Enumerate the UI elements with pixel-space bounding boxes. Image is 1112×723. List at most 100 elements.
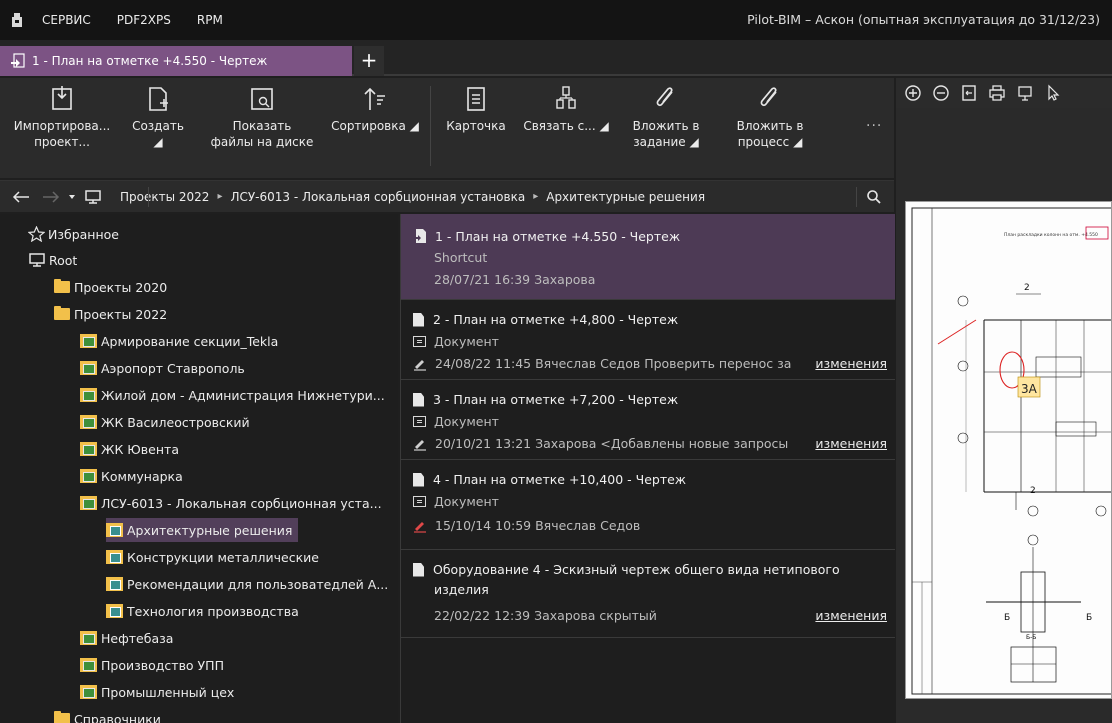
sort-button[interactable]: Сортировка ◢ (326, 78, 424, 178)
changes-link[interactable]: изменения (815, 436, 887, 451)
fit-page-icon (962, 85, 976, 101)
tree-item-section[interactable]: Технология производства (106, 599, 299, 623)
tree-item-projects-2020[interactable]: Проекты 2020 (54, 275, 167, 299)
tree-item-projects-2022[interactable]: Проекты 2022 (54, 302, 167, 326)
tree-item-project[interactable]: Коммунарка (80, 464, 183, 488)
tree-label: Коммунарка (101, 468, 183, 484)
tree-item-project[interactable]: Промышленный цех (80, 680, 234, 704)
drawing-sheet-image: План раскладки колонн на отм. +4.550 2 3… (911, 207, 1111, 695)
select-tool-button[interactable] (1042, 82, 1064, 104)
changes-link[interactable]: изменения (815, 608, 887, 623)
zoom-out-button[interactable] (930, 82, 952, 104)
show-files-on-disk-button[interactable]: Показать файлы на диске (202, 78, 322, 178)
tree-item-project[interactable]: ЖК Василеостровский (80, 410, 250, 434)
attach-to-process-button[interactable]: Вложить в процесс ◢ (718, 78, 822, 178)
tree-item-section[interactable]: Рекомендации для пользоватедлей А... (106, 572, 388, 596)
sort-icon (364, 87, 385, 110)
tree-label: Рекомендации для пользоватедлей А... (127, 576, 389, 592)
breadcrumb-lsu-6013[interactable]: ЛСУ-6013 - Локальная сорбционная установ… (230, 190, 525, 204)
window-title: Pilot-BIM – Аскон (опытная эксплуатация … (747, 12, 1100, 27)
tree-label: Технология производства (127, 603, 299, 619)
attach-to-task-button[interactable]: Вложить в задание ◢ (616, 78, 716, 178)
tree-item-project[interactable]: ЛСУ-6013 - Локальная сорбционная уста... (80, 491, 382, 515)
item-title-line: 2 - План на отметке +4,800 - Чертеж (413, 312, 678, 327)
tree-item-references[interactable]: Справочники (54, 707, 161, 723)
attach-process-label-2: процесс ◢ (737, 135, 803, 149)
back-arrow-icon[interactable] (12, 190, 30, 204)
folder-icon (54, 306, 70, 320)
folder-tree: Избранное Root Проекты 2020 Проекты 2022… (0, 214, 398, 723)
import-project-button[interactable]: Импортирова... проект... (0, 78, 124, 178)
history-dropdown-icon[interactable] (68, 190, 76, 204)
new-document-icon (149, 87, 168, 111)
create-button[interactable]: Создать ◢ (128, 78, 188, 178)
preview-toolbar (896, 78, 1112, 108)
item-meta: 20/10/21 13:21 Захарова <Добавлены новые… (435, 436, 789, 451)
presentation-button[interactable] (1014, 82, 1036, 104)
tree-label: Архитектурные решения (127, 522, 293, 538)
item-type: Документ (434, 334, 499, 349)
import-label-2: проект... (34, 135, 90, 149)
print-button[interactable] (986, 82, 1008, 104)
import-label-1: Импортирова... (13, 119, 111, 133)
tree-item-section[interactable]: Конструкции металлические (106, 545, 319, 569)
new-tab-button[interactable]: + (354, 46, 384, 76)
list-item[interactable]: 3 - План на отметке +7,200 - Чертеж Доку… (401, 380, 895, 460)
list-item[interactable]: 4 - План на отметке +10,400 - Чертеж Док… (401, 460, 895, 550)
document-icon (413, 562, 424, 577)
section-icon (106, 550, 123, 564)
zoom-out-icon (933, 85, 949, 101)
card-button[interactable]: Карточка (438, 78, 514, 178)
tree-item-project[interactable]: Нефтебаза (80, 626, 173, 650)
section-marker-right: Б (1086, 613, 1092, 623)
tree-item-project[interactable]: Армирование секции_Tekla (80, 329, 278, 353)
tree-item-project[interactable]: Жилой дом - Администрация Нижнетури... (80, 383, 385, 407)
tree-label: Проекты 2020 (74, 279, 168, 295)
show-label-2: файлы на диске (210, 135, 314, 149)
drawing-preview[interactable]: План раскладки колонн на отм. +4.550 2 3… (905, 201, 1112, 699)
item-title-line: 1 - План на отметке +4.550 - Чертеж (413, 228, 680, 244)
changes-link[interactable]: изменения (815, 356, 887, 371)
zoom-in-button[interactable] (902, 82, 924, 104)
create-label: Создать ◢ (132, 119, 184, 149)
project-icon (80, 442, 97, 456)
item-meta: 22/02/22 12:39 Захарова скрытый (434, 608, 657, 623)
search-icon[interactable] (866, 189, 882, 205)
forward-arrow-icon[interactable] (42, 190, 60, 204)
attach-task-label-2: задание ◢ (633, 135, 699, 149)
list-item[interactable]: 1 - План на отметке +4.550 - Чертеж Shor… (401, 214, 895, 300)
item-meta-line: 24/08/22 11:45 Вячеслав Седов Проверить … (413, 356, 791, 371)
item-meta: 24/08/22 11:45 Вячеслав Седов Проверить … (435, 356, 792, 371)
link-with-button[interactable]: Связать с... ◢ (518, 78, 614, 178)
tree-item-favorites[interactable]: Избранное (28, 222, 119, 246)
tree-item-project[interactable]: Аэропорт Ставрополь (80, 356, 245, 380)
tree-item-root[interactable]: Root (28, 248, 77, 272)
computer-icon (29, 253, 45, 267)
tree-item-architectural-solutions[interactable]: Архитектурные решения (106, 518, 299, 542)
item-meta: 28/07/21 16:39 Захарова (434, 272, 596, 287)
app-logo-icon (12, 13, 22, 27)
tree-item-project[interactable]: ЖК Ювента (80, 437, 179, 461)
menu-service[interactable]: СЕРВИС (42, 13, 91, 27)
more-options-button[interactable]: ... (866, 114, 882, 130)
item-meta-line: 15/10/14 10:59 Вячеслав Седов (413, 518, 640, 533)
folder-icon (54, 279, 70, 293)
breadcrumb-projects-2022[interactable]: Проекты 2022 (120, 190, 209, 204)
tree-item-project[interactable]: Производство УПП (80, 653, 224, 677)
list-item[interactable]: Оборудование 4 - Эскизный чертеж общего … (401, 550, 895, 638)
project-icon (80, 685, 97, 699)
item-title-line: Оборудование 4 - Эскизный чертеж общего … (413, 562, 840, 577)
project-icon (80, 496, 97, 510)
breadcrumb-separator: ▸ (217, 191, 223, 202)
breadcrumb-architectural-solutions[interactable]: Архитектурные решения (546, 190, 705, 204)
fit-page-button[interactable] (958, 82, 980, 104)
menu-pdf2xps[interactable]: PDF2XPS (117, 13, 171, 27)
project-icon (80, 388, 97, 402)
item-type: Документ (434, 494, 499, 509)
tab-document[interactable]: 1 - План на отметке +4.550 - Чертеж (0, 46, 352, 76)
item-type: Документ (434, 414, 499, 429)
menu-rpm[interactable]: RPM (197, 13, 223, 27)
signature-icon (414, 439, 426, 451)
computer-icon[interactable] (84, 189, 102, 205)
list-item[interactable]: 2 - План на отметке +4,800 - Чертеж Доку… (401, 300, 895, 380)
